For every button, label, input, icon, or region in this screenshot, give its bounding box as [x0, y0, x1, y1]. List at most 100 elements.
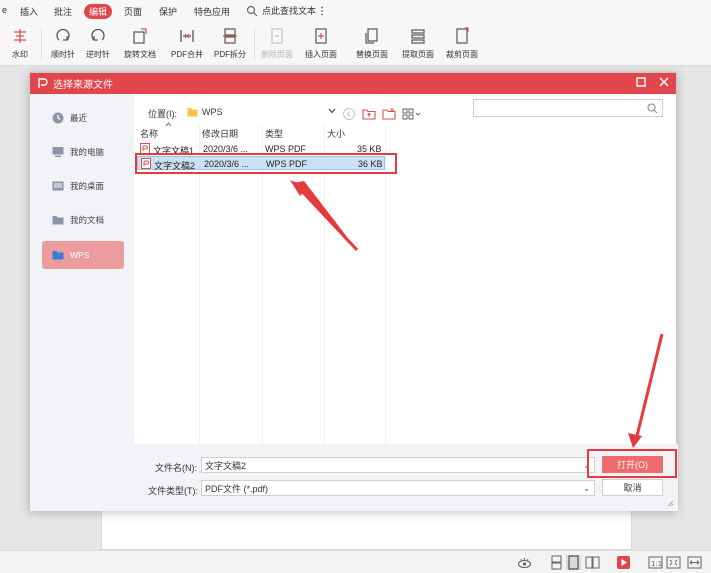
pdf-split-label: PDF拆分	[214, 50, 246, 59]
rotate-counterclockwise-button[interactable]: 逆时针	[86, 27, 110, 60]
column-name[interactable]: 名称	[140, 127, 158, 140]
two-page-view-icon[interactable]	[585, 555, 600, 570]
menu-special-apps[interactable]: 特色应用	[194, 5, 230, 18]
wps-logo-icon	[38, 78, 48, 88]
menu-page[interactable]: 页面	[124, 5, 142, 18]
actual-size-icon[interactable]: 1:1	[648, 555, 663, 570]
location-label: 位置(I):	[148, 109, 177, 119]
menu-protect[interactable]: 保护	[159, 5, 177, 18]
sort-asc-icon	[165, 122, 172, 127]
crop-page-label: 裁剪页面	[446, 50, 478, 59]
sidebar-label: 我的电脑	[70, 147, 105, 157]
sidebar-item-recent[interactable]: 最近	[42, 104, 124, 132]
location-sidebar: 最近 我的电脑 我的桌面 我的文档 WPS	[30, 94, 134, 511]
column-type[interactable]: 类型	[265, 127, 283, 140]
delete-page-label: 删除页面	[261, 50, 293, 59]
rotate-document-button[interactable]: 旋转文档	[124, 27, 156, 60]
ribbon-divider	[41, 28, 42, 60]
menu-comment[interactable]: 批注	[54, 5, 72, 18]
selected-file-highlight	[135, 153, 397, 174]
continuous-view-icon[interactable]	[549, 555, 564, 570]
location-dropdown[interactable]: WPS	[187, 103, 338, 120]
document-page	[101, 506, 632, 550]
maximize-button[interactable]	[636, 76, 646, 90]
fit-page-icon[interactable]	[666, 555, 681, 570]
filename-value: 文字文稿2	[205, 460, 247, 471]
more-icon[interactable]	[320, 6, 324, 16]
view-mode-icon[interactable]	[402, 107, 422, 121]
back-icon[interactable]	[342, 107, 356, 121]
close-icon	[659, 77, 669, 87]
folder-icon	[187, 107, 198, 116]
cancel-button[interactable]: 取消	[602, 479, 663, 496]
pdf-split-icon	[223, 28, 237, 44]
close-button[interactable]	[659, 76, 669, 90]
search-icon	[246, 5, 258, 16]
play-icon[interactable]	[616, 555, 631, 570]
filename-label: 文件名(N):	[155, 463, 197, 473]
status-bar: 1:1	[0, 550, 711, 573]
column-modified-date[interactable]: 修改日期	[202, 127, 238, 140]
crop-page-button[interactable]: 裁剪页面	[446, 27, 478, 60]
filetype-value: PDF文件 (*.pdf)	[205, 483, 269, 494]
rotate-clockwise-icon	[56, 28, 70, 41]
pdf-split-button[interactable]: PDF拆分	[214, 27, 246, 60]
up-folder-icon[interactable]	[362, 107, 376, 121]
select-source-file-dialog: 选择来源文件 最近 我的电脑 我的桌面 我的文档 WPS 位置(I): WPS …	[29, 72, 678, 511]
ribbon-toolbar: 水印 顺时针 逆时针 旋转文档 PDF合并 PDF拆分 删除页面 插入页面 替换…	[0, 22, 711, 66]
fit-width-icon[interactable]	[687, 555, 702, 570]
resize-grip-icon[interactable]	[666, 499, 674, 507]
computer-icon	[52, 147, 64, 157]
sidebar-label: 我的桌面	[70, 181, 105, 191]
menu-edit[interactable]: 编辑	[84, 4, 113, 19]
replace-page-button[interactable]: 替换页面	[356, 27, 388, 60]
sidebar-item-my-desktop[interactable]: 我的桌面	[42, 172, 124, 200]
menubar: e 插入 批注 编辑 页面 保护 特色应用 点此查找文本	[0, 0, 711, 22]
rotate-counterclockwise-label: 逆时针	[86, 50, 110, 59]
maximize-icon	[636, 77, 646, 87]
menu-insert[interactable]: 插入	[20, 5, 38, 18]
sidebar-item-my-documents[interactable]: 我的文档	[42, 206, 124, 234]
pdf-merge-button[interactable]: PDF合并	[171, 27, 203, 60]
filetype-label: 文件类型(T):	[148, 486, 198, 496]
filetype-select[interactable]: PDF文件 (*.pdf) ⌄	[201, 480, 595, 496]
open-button-highlight	[587, 449, 677, 478]
filename-input[interactable]: 文字文稿2 ⌄	[201, 457, 595, 473]
watermark-button[interactable]: 水印	[11, 27, 29, 60]
dialog-title-bar[interactable]: 选择来源文件	[30, 73, 676, 94]
delete-page-button[interactable]: 删除页面	[261, 27, 293, 60]
eye-protection-icon[interactable]	[517, 555, 532, 570]
sidebar-item-my-computer[interactable]: 我的电脑	[42, 138, 124, 166]
column-size[interactable]: 大小	[327, 127, 345, 140]
extract-page-button[interactable]: 提取页面	[402, 27, 434, 60]
pdf-merge-icon	[180, 30, 194, 42]
insert-page-icon	[315, 28, 327, 44]
rotate-document-icon	[133, 28, 147, 44]
desktop-icon	[52, 181, 64, 191]
find-text-box[interactable]: 点此查找文本	[246, 4, 324, 17]
pdf-merge-label: PDF合并	[171, 50, 203, 59]
watermark-icon	[14, 29, 26, 43]
crop-page-icon	[456, 27, 469, 44]
rotate-clockwise-label: 顺时针	[51, 50, 75, 59]
chevron-down-icon[interactable]: ⌄	[583, 484, 590, 493]
insert-page-label: 插入页面	[305, 50, 337, 59]
folder-icon	[52, 251, 64, 260]
watermark-label: 水印	[12, 50, 28, 59]
single-page-view-icon[interactable]	[566, 555, 581, 570]
rotate-counterclockwise-icon	[91, 28, 105, 41]
sidebar-item-wps[interactable]: WPS	[42, 241, 124, 269]
extract-page-icon	[411, 29, 425, 44]
menu-edge-marker: e	[2, 5, 8, 15]
documents-icon	[52, 216, 64, 225]
find-text-hint: 点此查找文本	[262, 6, 317, 16]
delete-page-icon	[271, 28, 283, 44]
insert-page-button[interactable]: 插入页面	[305, 27, 337, 60]
extract-page-label: 提取页面	[402, 50, 434, 59]
file-search-input[interactable]	[473, 99, 663, 117]
sidebar-label: 最近	[70, 113, 88, 123]
replace-page-label: 替换页面	[356, 50, 388, 59]
search-icon	[647, 103, 658, 114]
rotate-clockwise-button[interactable]: 顺时针	[51, 27, 75, 60]
new-folder-icon[interactable]	[382, 107, 396, 121]
